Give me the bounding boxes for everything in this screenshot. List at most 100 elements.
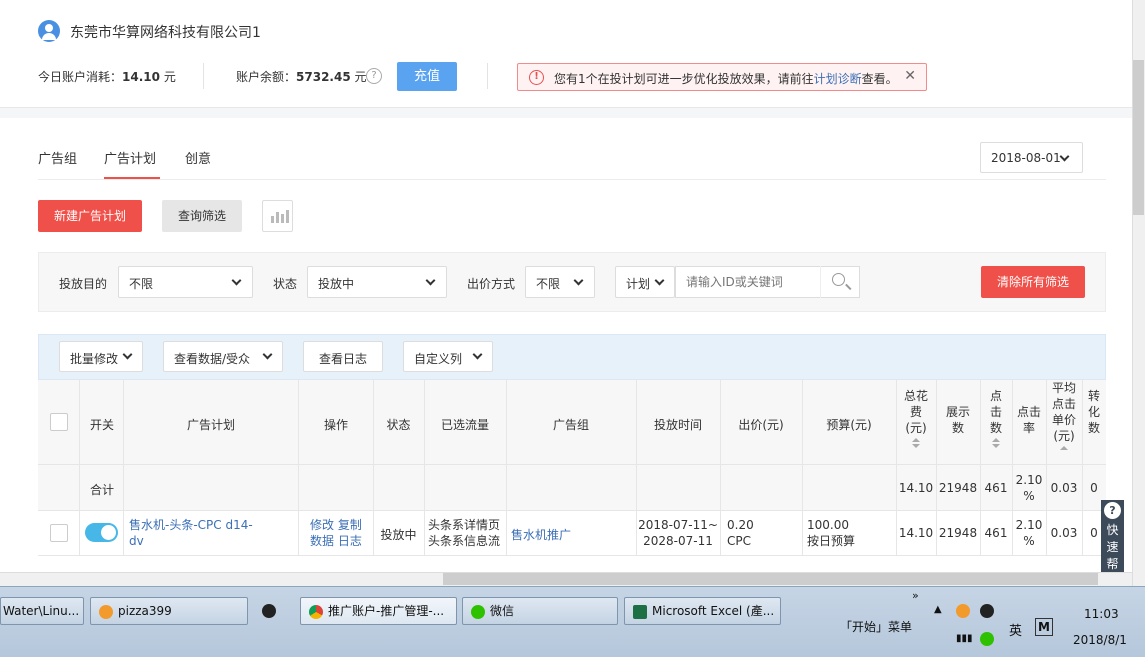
col-cpc[interactable]: 平均 点击 单价 (元) bbox=[1046, 380, 1082, 450]
taskbar-item-chrome[interactable]: 推广账户-推广管理-... bbox=[300, 597, 457, 625]
new-plan-button[interactable]: 新建广告计划 bbox=[38, 200, 142, 232]
tab-ad-group[interactable]: 广告组 bbox=[38, 148, 77, 167]
search-scope-select[interactable]: 计划 bbox=[615, 266, 675, 298]
col-divider bbox=[373, 380, 374, 556]
clock-time[interactable]: 11:03 bbox=[1084, 607, 1119, 621]
col-plan: 广告计划 bbox=[186, 418, 235, 432]
col-group: 广告组 bbox=[552, 418, 589, 432]
chevron-down-icon bbox=[231, 275, 242, 286]
avatar-icon bbox=[38, 20, 60, 42]
ime-mode-indicator[interactable]: M bbox=[1035, 618, 1053, 636]
col-divider bbox=[1046, 380, 1047, 556]
col-clicks[interactable]: 点 击 数 bbox=[980, 388, 1012, 448]
qq-icon[interactable] bbox=[262, 597, 284, 625]
copy-link[interactable]: 复制 bbox=[338, 518, 362, 532]
horizontal-scroll-thumb[interactable] bbox=[443, 573, 1098, 585]
data-link[interactable]: 数据 bbox=[310, 534, 334, 548]
view-data-button[interactable]: 查看数据/受众 bbox=[163, 341, 283, 372]
divider bbox=[203, 63, 204, 89]
col-clicks-l2: 击 bbox=[989, 405, 1002, 419]
table-header: 开关 广告计划 操作 状态 已选流量 广告组 投放时间 出价(元) 预算(元) … bbox=[38, 380, 1106, 465]
taskbar-item-terminal[interactable]: Water\Linu... bbox=[0, 597, 84, 625]
custom-columns-label: 自定义列 bbox=[414, 352, 463, 366]
recharge-button[interactable]: 充值 bbox=[397, 62, 457, 91]
status-select[interactable]: 投放中 bbox=[307, 266, 447, 298]
col-divider bbox=[936, 380, 937, 556]
sort-up-icon bbox=[992, 438, 1000, 442]
tray-fire-icon[interactable] bbox=[956, 603, 975, 618]
group-link[interactable]: 售水机推广 bbox=[511, 526, 571, 543]
tabs-divider bbox=[38, 179, 1106, 180]
chevron-down-icon bbox=[122, 349, 133, 360]
account-balance: 账户余额：5732.45 元 bbox=[236, 68, 367, 85]
log-link[interactable]: 日志 bbox=[338, 534, 362, 548]
col-divider bbox=[298, 380, 299, 556]
query-filter-button[interactable]: 查询筛选 bbox=[162, 200, 242, 232]
fire-icon bbox=[956, 603, 970, 618]
wechat-icon bbox=[471, 604, 485, 619]
clear-filters-button[interactable]: 清除所有筛选 bbox=[981, 266, 1085, 298]
custom-columns-button[interactable]: 自定义列 bbox=[403, 341, 493, 372]
show-hidden-icons-icon[interactable]: ▲ bbox=[934, 604, 942, 615]
ime-language-indicator[interactable]: 英 bbox=[1009, 620, 1022, 639]
edit-link[interactable]: 修改 bbox=[310, 518, 334, 532]
col-divider bbox=[79, 380, 80, 556]
summary-conv: 0 bbox=[1090, 481, 1098, 495]
start-menu-label[interactable]: 「开始」菜单 bbox=[840, 618, 912, 635]
tray-wechat-icon[interactable] bbox=[980, 631, 999, 646]
chevron-down-icon bbox=[654, 275, 665, 286]
taskbar-item-wechat[interactable]: 微信 bbox=[462, 597, 618, 625]
taskbar-item-pizza399[interactable]: pizza399 bbox=[90, 597, 248, 625]
quick-help-button[interactable]: ? 快 速 帮 bbox=[1101, 500, 1124, 572]
purpose-select[interactable]: 不限 bbox=[118, 266, 253, 298]
col-conv[interactable]: 转 化 数 bbox=[1082, 388, 1106, 436]
chart-icon[interactable] bbox=[262, 200, 293, 232]
col-budget: 预算(元) bbox=[826, 418, 872, 432]
date-picker[interactable]: 2018-08-01 bbox=[980, 142, 1083, 173]
penguin-icon bbox=[980, 603, 994, 618]
taskbar-item-excel[interactable]: Microsoft Excel (產... bbox=[624, 597, 781, 625]
tab-creative[interactable]: 创意 bbox=[185, 148, 211, 167]
select-all-checkbox[interactable] bbox=[50, 413, 68, 431]
plan-diagnosis-link[interactable]: 计划诊断 bbox=[814, 72, 862, 86]
row-time-l1: 2018-07-11~ bbox=[638, 518, 718, 532]
expand-toolbar-icon[interactable]: » bbox=[912, 589, 919, 602]
consume-unit: 元 bbox=[163, 70, 176, 84]
col-impressions[interactable]: 展示 数 bbox=[936, 404, 980, 436]
col-impressions-l2: 数 bbox=[951, 421, 964, 435]
search-icon[interactable] bbox=[820, 266, 860, 298]
filter-panel: 投放目的 不限 状态 投放中 出价方式 不限 计划 清除所有筛选 bbox=[38, 252, 1106, 312]
row-clicks: 461 bbox=[984, 526, 1008, 540]
row-ctr: 2.10 % bbox=[1012, 517, 1046, 549]
close-icon[interactable]: ✕ bbox=[904, 68, 916, 84]
col-cost[interactable]: 总花 费 (元) bbox=[896, 388, 936, 448]
col-divider bbox=[506, 380, 507, 556]
row-bid-l1: 0.20 bbox=[727, 518, 754, 532]
plan-name-link[interactable]: 售水机-头条-CPC d14- dv bbox=[129, 517, 253, 549]
row-checkbox[interactable] bbox=[50, 524, 68, 542]
summary-ctr: 2.10 % bbox=[1012, 472, 1046, 504]
tray-qq-icon[interactable] bbox=[980, 603, 999, 618]
tab-ad-plan[interactable]: 广告计划 bbox=[104, 148, 156, 167]
row-traffic-l1: 头条系详情页 bbox=[428, 518, 501, 532]
plan-name-l2: dv bbox=[129, 534, 144, 548]
vertical-scroll-thumb[interactable] bbox=[1133, 60, 1144, 215]
view-log-button[interactable]: 查看日志 bbox=[303, 341, 383, 372]
bid-select[interactable]: 不限 bbox=[525, 266, 595, 298]
batch-edit-button[interactable]: 批量修改 bbox=[59, 341, 143, 372]
col-conv-l2: 化 bbox=[1087, 405, 1100, 419]
col-switch: 开关 bbox=[89, 418, 114, 432]
table-toolbar: 批量修改 查看数据/受众 查看日志 自定义列 bbox=[38, 334, 1106, 380]
col-clicks-l1: 点 bbox=[989, 389, 1002, 403]
active-tab-indicator bbox=[104, 177, 160, 179]
help-question-icon[interactable]: ? bbox=[366, 68, 382, 84]
network-signal-icon[interactable]: ▮▮▮ bbox=[956, 633, 973, 644]
bid-value: 不限 bbox=[536, 277, 561, 291]
sort-up-icon bbox=[1060, 446, 1068, 450]
clock-date[interactable]: 2018/8/1 bbox=[1073, 633, 1127, 647]
col-cpc-l1: 平均 bbox=[1051, 381, 1076, 395]
col-time: 投放时间 bbox=[653, 418, 702, 432]
col-ctr[interactable]: 点击 率 bbox=[1012, 404, 1046, 436]
plan-toggle[interactable] bbox=[85, 523, 118, 542]
col-ctr-l2: 率 bbox=[1022, 421, 1035, 435]
